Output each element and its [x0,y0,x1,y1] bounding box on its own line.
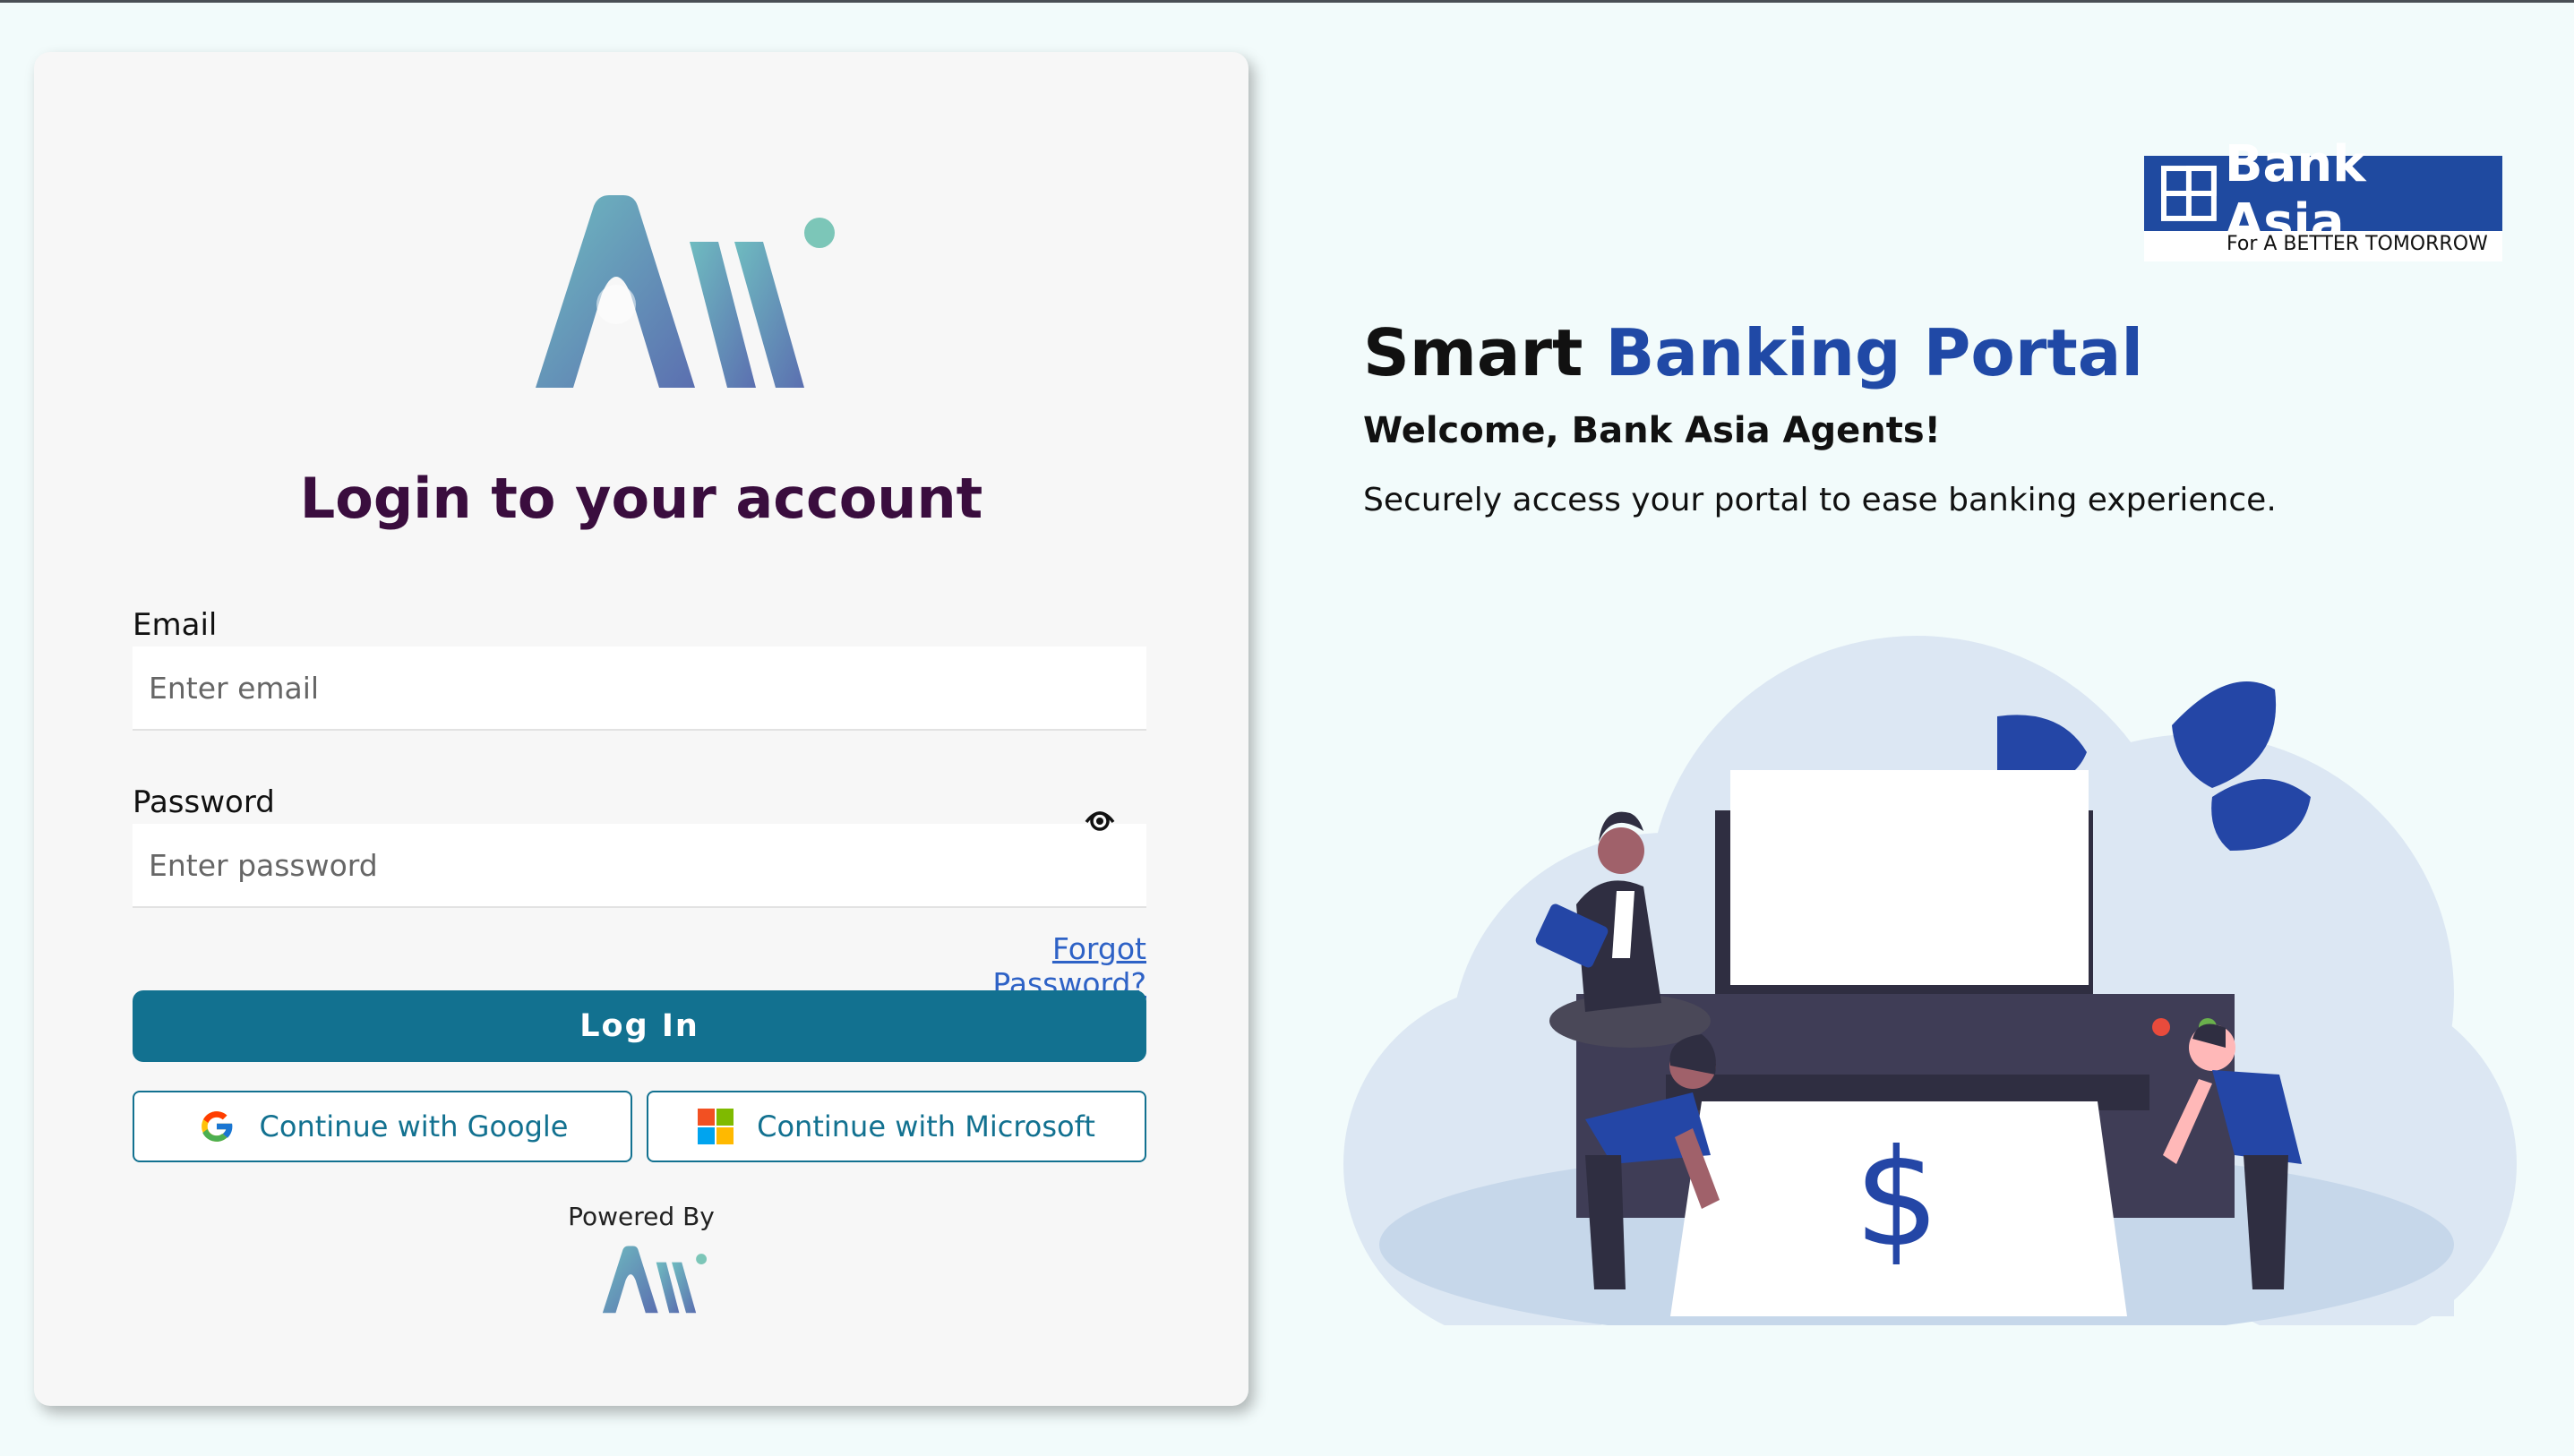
microsoft-button-label: Continue with Microsoft [757,1109,1095,1143]
google-icon [201,1111,233,1142]
app-logo [536,195,835,388]
powered-by-logo [602,1246,707,1314]
banking-illustration: $ [1343,636,2517,1325]
login-button[interactable]: Log In [133,990,1146,1062]
google-button-label: Continue with Google [259,1109,569,1143]
login-title: Login to your account [299,466,983,531]
powered-by-label: Powered By [568,1202,715,1231]
microsoft-icon [698,1109,734,1144]
bank-asia-logo: Bank Asia For A BETTER TOMORROW [2144,135,2502,261]
hero-title: Smart Banking Portal [1363,315,2143,390]
brand-tagline: For A BETTER TOMORROW [2227,233,2488,255]
password-label: Password [133,784,275,820]
eye-icon[interactable] [1084,802,1116,835]
email-label: Email [133,607,218,643]
microsoft-signin-button[interactable]: Continue with Microsoft [647,1091,1146,1162]
google-signin-button[interactable]: Continue with Google [133,1091,632,1162]
password-input[interactable] [133,824,1146,908]
welcome-text: Welcome, Bank Asia Agents! [1363,410,1941,451]
receipt-dollar: $ [1854,1121,1939,1277]
hero-title-part1: Smart [1363,315,1583,390]
login-card: Login to your account Email Password For… [34,52,1248,1406]
bank-asia-mark-icon [2160,166,2217,221]
email-input[interactable] [133,647,1146,731]
subtitle-text: Securely access your portal to ease bank… [1363,482,2277,518]
top-border [0,0,2574,3]
hero-title-part2: Banking Portal [1605,315,2144,390]
